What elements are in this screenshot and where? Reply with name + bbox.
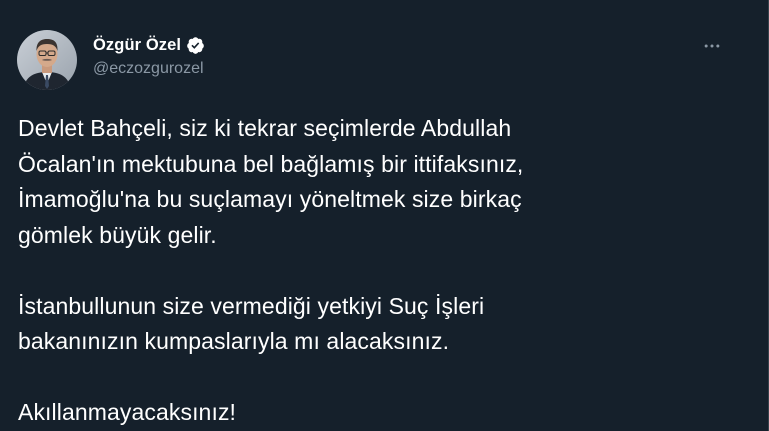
display-name[interactable]: Özgür Özel xyxy=(93,36,181,55)
author-info: Özgür Özel @eczozgurozel xyxy=(93,34,205,78)
avatar[interactable] xyxy=(17,30,77,90)
tweet-paragraph: İstanbullunun size vermediği yetkiyi Suç… xyxy=(18,289,748,360)
tweet: Özgür Özel @eczozgurozel Devlet Bahçeli,… xyxy=(0,0,769,431)
tweet-line: bakanınızın kumpaslarıyla mı alacaksınız… xyxy=(18,328,450,354)
tweet-line: Öcalan'ın mektubuna bel bağlamış bir itt… xyxy=(18,150,524,177)
tweet-line: gömlek büyük gelir. xyxy=(18,221,217,248)
verified-badge-icon xyxy=(186,36,205,55)
tweet-line: Devlet Bahçeli, siz ki tekrar seçimlerde… xyxy=(18,115,512,141)
handle[interactable]: @eczozgurozel xyxy=(93,60,205,78)
tweet-paragraph: Akıllanmayacaksınız! xyxy=(18,395,748,431)
more-horizontal-icon xyxy=(702,36,722,61)
tweet-line: Akıllanmayacaksınız! xyxy=(18,399,237,425)
tweet-line: İmamoğlu'na bu suçlamayı yöneltmek size … xyxy=(18,186,522,212)
tweet-paragraph: Devlet Bahçeli, siz ki tekrar seçimlerde… xyxy=(18,111,748,253)
tweet-line: İstanbullunun size vermediği yetkiyi Suç… xyxy=(18,292,485,319)
name-row: Özgür Özel xyxy=(93,34,205,56)
tweet-text: Devlet Bahçeli, siz ki tekrar seçimlerde… xyxy=(18,111,748,431)
avatar-photo xyxy=(17,30,77,90)
more-options-button[interactable] xyxy=(694,30,730,66)
